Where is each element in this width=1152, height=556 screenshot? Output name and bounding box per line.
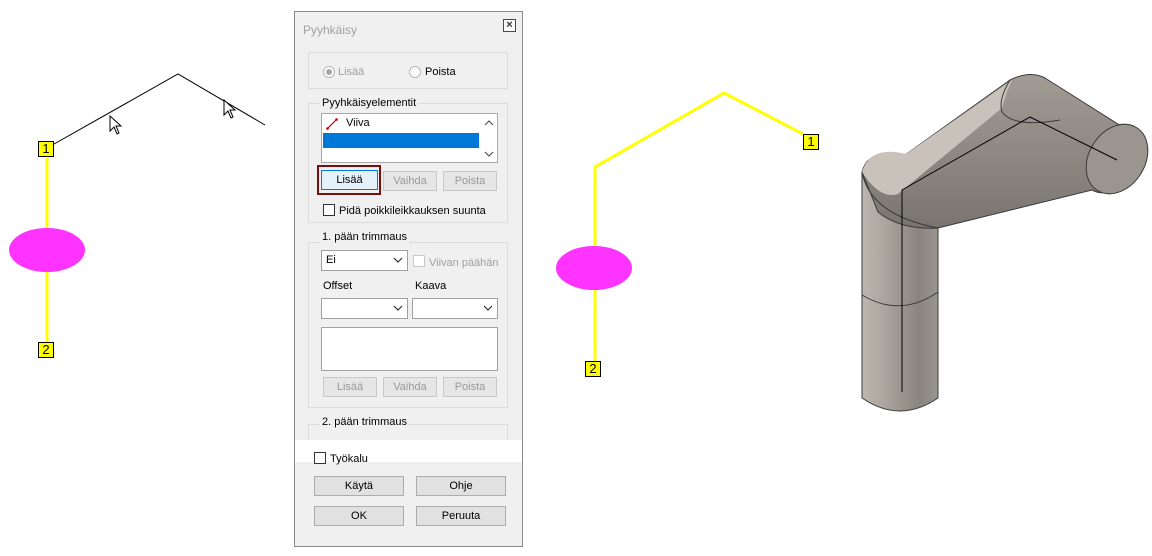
list-item-selected[interactable] — [323, 133, 479, 148]
trim1-add-button[interactable]: Lisää — [323, 377, 377, 397]
trim1-list-box[interactable] — [321, 327, 498, 371]
sweep-path-line[interactable] — [46, 73, 266, 149]
offset-select[interactable] — [321, 298, 408, 319]
line-icon — [326, 118, 338, 130]
yellow-sweep-path — [593, 91, 804, 246]
keep-direction-label: Pidä poikkileikkauksen suunta — [339, 205, 486, 217]
mouse-pointer-icon — [223, 98, 237, 119]
chevron-up-icon[interactable] — [481, 116, 497, 130]
point-label-1: 1 — [38, 141, 54, 157]
trim1-label: 1. pään trimmaus — [320, 231, 409, 243]
formula-select[interactable] — [412, 298, 498, 319]
mode-radio-remove-label: Poista — [425, 66, 456, 78]
add-sweep-element-button[interactable]: Lisää — [321, 170, 378, 190]
close-icon[interactable]: × — [503, 19, 516, 32]
sweep-elements-list[interactable]: Viiva — [321, 113, 498, 163]
sweep-elements-label: Pyyhkäisyelementit — [320, 97, 419, 109]
point-label-2: 2 — [38, 342, 54, 358]
remove-sweep-element-button[interactable]: Poista — [443, 171, 497, 191]
chevron-down-icon — [393, 305, 403, 311]
apply-button[interactable]: Käytä — [314, 476, 404, 496]
mode-radio-remove[interactable] — [409, 66, 421, 78]
point-label-1: 1 — [803, 134, 819, 150]
list-item-label: Viiva — [346, 117, 370, 129]
trim1-mode-value: Ei — [326, 254, 336, 266]
line-end-label: Viivan päähän — [429, 257, 499, 269]
trim1-mode-select[interactable]: Ei — [321, 250, 408, 271]
list-item[interactable]: Viiva — [322, 115, 482, 131]
formula-label: Kaava — [415, 280, 447, 292]
mode-radio-add[interactable] — [323, 66, 335, 78]
mouse-pointer-icon — [109, 114, 123, 135]
line-end-checkbox[interactable] — [413, 255, 425, 267]
profile-ellipse[interactable] — [9, 228, 85, 272]
chevron-down-icon — [483, 305, 493, 311]
tool-label: Työkalu — [330, 453, 368, 465]
right-viewport[interactable] — [556, 91, 804, 362]
list-scrollbar[interactable] — [481, 114, 497, 162]
trim2-label: 2. pään trimmaus — [320, 416, 409, 428]
profile-ellipse[interactable] — [556, 246, 632, 290]
trim1-remove-button[interactable]: Poista — [443, 377, 497, 397]
sweep-dialog: Pyyhkäisy × Lisää Poista Pyyhkäisyelemen… — [294, 11, 523, 547]
offset-label: Offset — [323, 280, 353, 292]
help-button[interactable]: Ohje — [416, 476, 506, 496]
chevron-down-icon[interactable] — [481, 147, 497, 161]
left-viewport[interactable] — [0, 0, 290, 556]
dialog-title: Pyyhkäisy — [303, 23, 358, 37]
change-sweep-element-button[interactable]: Vaihda — [383, 171, 437, 191]
mode-radio-add-label: Lisää — [338, 66, 365, 78]
cut-region — [295, 440, 522, 462]
keep-direction-checkbox[interactable] — [323, 204, 335, 216]
trim1-change-button[interactable]: Vaihda — [383, 377, 437, 397]
point-label-2: 2 — [585, 361, 601, 377]
ok-button[interactable]: OK — [314, 506, 404, 526]
chevron-down-icon — [393, 257, 403, 263]
swept-pipe-model[interactable] — [861, 74, 1152, 412]
tool-checkbox[interactable] — [314, 452, 326, 464]
cancel-button[interactable]: Peruuta — [416, 506, 506, 526]
